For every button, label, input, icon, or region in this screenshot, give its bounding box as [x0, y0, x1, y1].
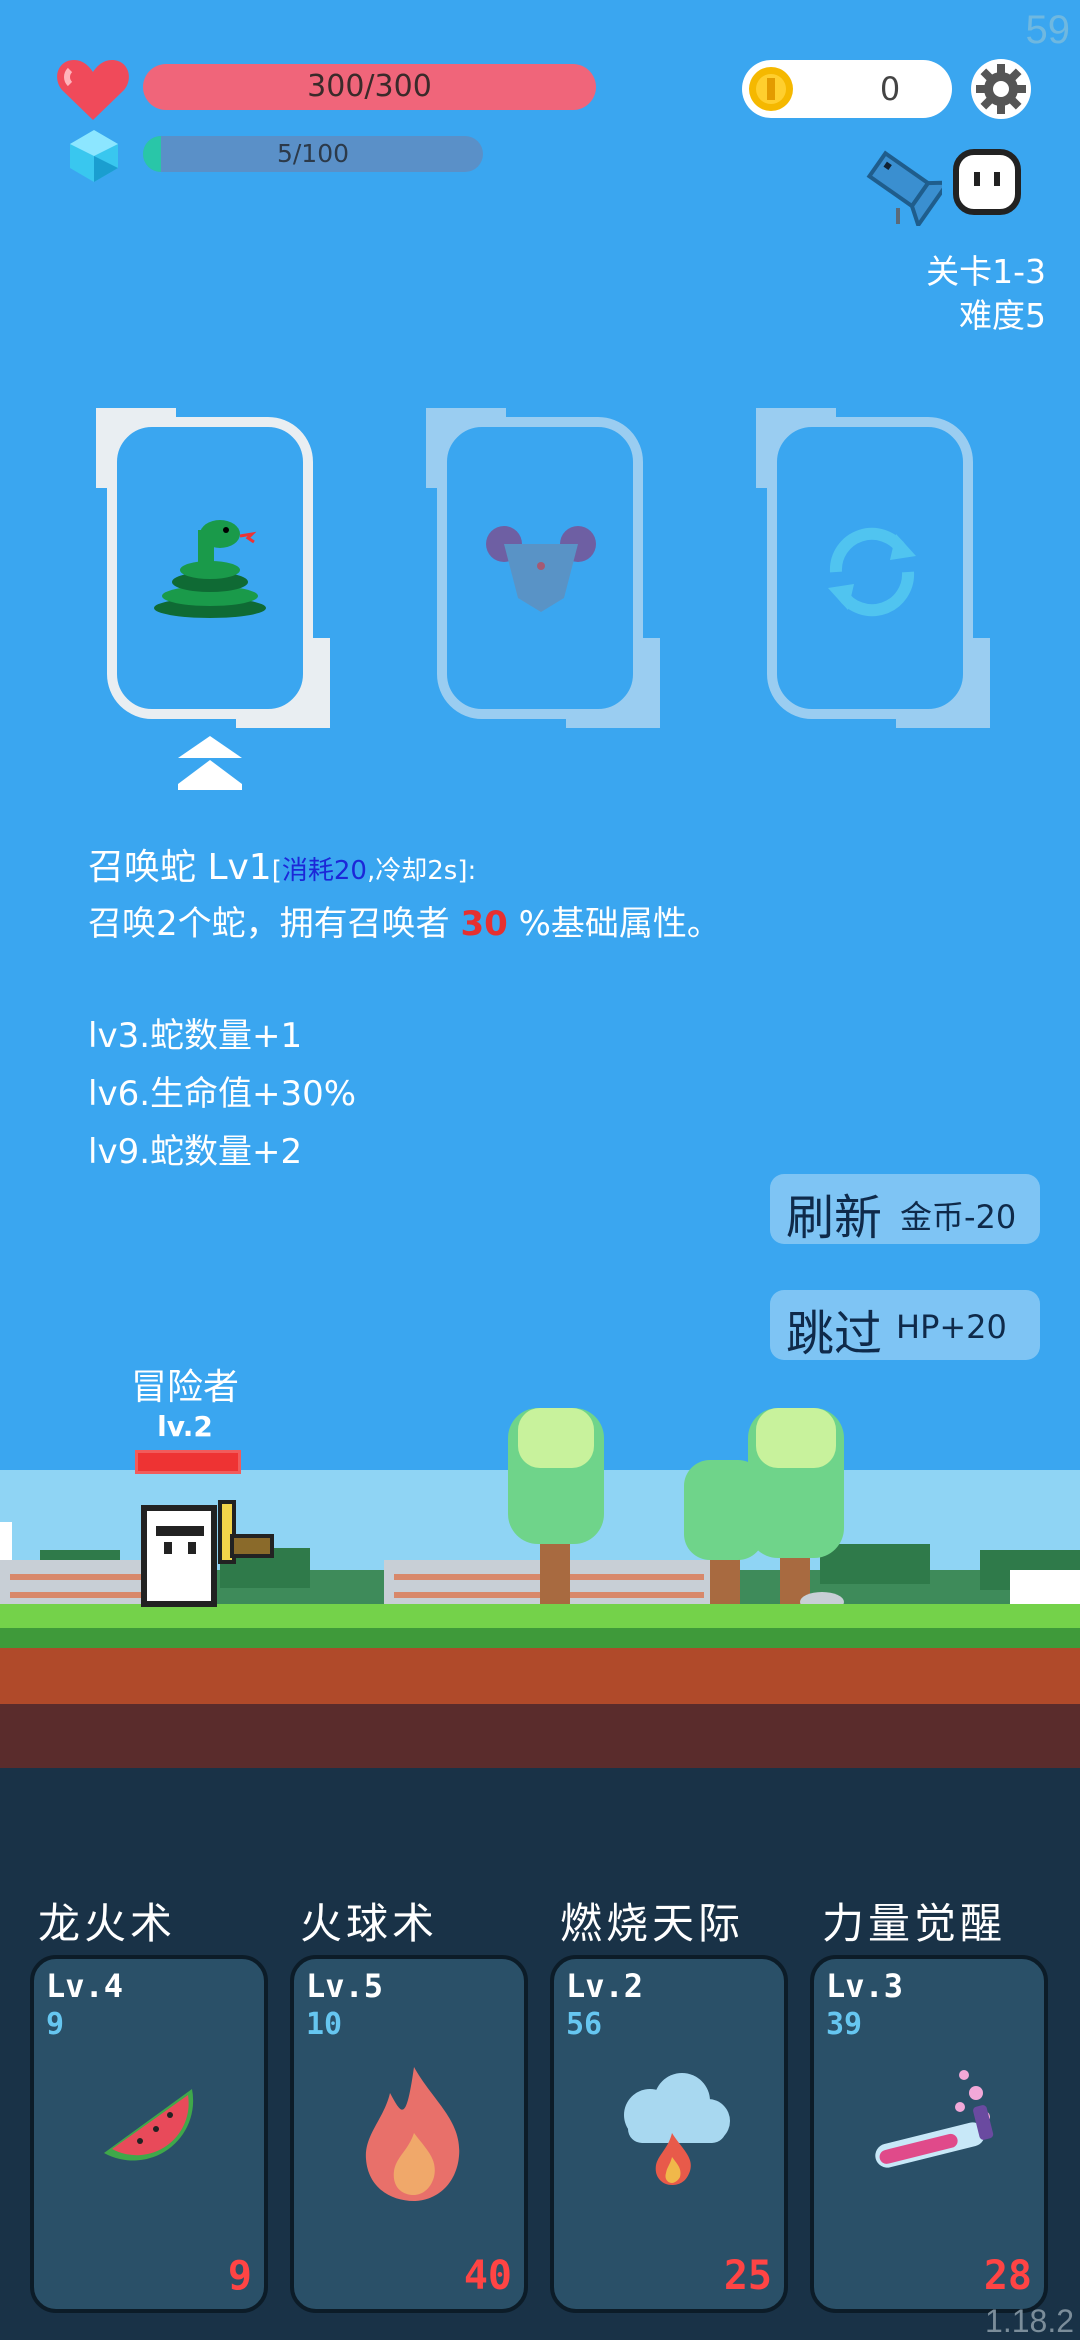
ghost-icon[interactable]	[950, 146, 1024, 222]
skip-label: 跳过	[786, 1306, 883, 1362]
offer-skill-name: 召唤蛇 Lv1	[88, 847, 272, 888]
offer-skill-cooldown: ,冷却2s	[366, 856, 458, 886]
hero-name: 冒险者	[130, 1367, 239, 1408]
coin-icon	[748, 66, 794, 116]
skill-level: Lv.4	[46, 1967, 124, 2005]
fps-counter: 59	[1025, 8, 1071, 52]
heart-icon	[56, 56, 130, 126]
offer-skill-cost: 消耗20	[281, 856, 367, 886]
fire-cloud-icon	[610, 2071, 734, 2195]
fish-icon[interactable]	[862, 142, 952, 230]
skip-bonus: HP+20	[896, 1308, 1007, 1346]
choice-card-snake[interactable]	[96, 408, 330, 728]
skill-count: 9	[227, 2253, 252, 2299]
skill-cost: 56	[566, 2007, 603, 2042]
skill-level: Lv.2	[566, 1967, 644, 2005]
skill-count: 25	[723, 2253, 772, 2299]
offer-skill-title: 召唤蛇 Lv1[消耗20,冷却2s]:	[88, 838, 476, 890]
choice-card-refresh[interactable]	[756, 408, 990, 728]
bracket-open: [	[271, 856, 282, 886]
upgrade-line-2: lv6.生命值+30%	[88, 1074, 357, 1114]
version-label: 1.18.2	[985, 2303, 1074, 2339]
skill-name-1: 龙火术	[38, 1899, 177, 1948]
skill-name-3: 燃烧天际	[560, 1899, 745, 1948]
skill-level: Lv.3	[826, 1967, 904, 2005]
desc-value: 30	[460, 904, 508, 944]
skill-card-3[interactable]: Lv.2 56 25	[550, 1955, 788, 2313]
stage-label: 关卡1-3	[926, 252, 1046, 291]
skip-button[interactable]: 跳过 HP+20	[770, 1290, 1040, 1362]
skill-card-4[interactable]: Lv.3 39 28	[810, 1955, 1048, 2313]
skill-level: Lv.5	[306, 1967, 384, 2005]
cycle-icon	[816, 516, 928, 632]
bracket-close: ]:	[457, 856, 477, 886]
desc-suffix: %基础属性。	[518, 904, 721, 944]
skill-cost: 39	[826, 2007, 863, 2042]
skill-count: 28	[983, 2253, 1032, 2299]
settings-gear-icon[interactable]	[970, 58, 1032, 124]
hero-level: lv.2	[157, 1410, 213, 1443]
skill-name-4: 力量觉醒	[822, 1899, 1007, 1948]
level-info: 关卡1-3 难度5	[926, 250, 1046, 338]
mp-text: 5/100	[276, 139, 350, 168]
difficulty-label: 难度5	[959, 296, 1046, 335]
desc-prefix: 召唤2个蛇，拥有召唤者	[88, 904, 450, 944]
offer-skill-description: 召唤2个蛇，拥有召唤者 30 %基础属性。	[88, 896, 721, 945]
skill-cost: 9	[46, 2007, 65, 2042]
skill-name-2: 火球术	[300, 1899, 439, 1948]
upgrade-line-3: lv9.蛇数量+2	[88, 1132, 303, 1172]
refresh-label: 刷新	[786, 1190, 883, 1246]
skill-count: 40	[463, 2253, 512, 2299]
choice-card-armor[interactable]	[426, 408, 660, 728]
skill-cost: 10	[306, 2007, 343, 2042]
selected-arrow-icon	[176, 734, 244, 796]
knight-sprite	[136, 1498, 276, 1612]
fire-icon	[354, 2063, 474, 2207]
coin-value: 0	[879, 70, 901, 108]
armor-icon	[482, 520, 600, 620]
mana-crystal-icon	[68, 128, 120, 188]
skill-card-1[interactable]: Lv.4 9 9	[30, 1955, 268, 2313]
watermelon-icon	[96, 2083, 208, 2187]
hero-hp-bar	[135, 1450, 241, 1474]
potion-tube-icon	[864, 2063, 1004, 2187]
upgrade-line-1: lv3.蛇数量+1	[88, 1016, 303, 1056]
refresh-button[interactable]: 刷新 金币-20	[770, 1174, 1040, 1246]
hp-text: 300/300	[307, 69, 432, 104]
snake-icon	[148, 516, 272, 624]
refresh-cost: 金币-20	[900, 1198, 1017, 1236]
skill-card-2[interactable]: Lv.5 10 40	[290, 1955, 528, 2313]
